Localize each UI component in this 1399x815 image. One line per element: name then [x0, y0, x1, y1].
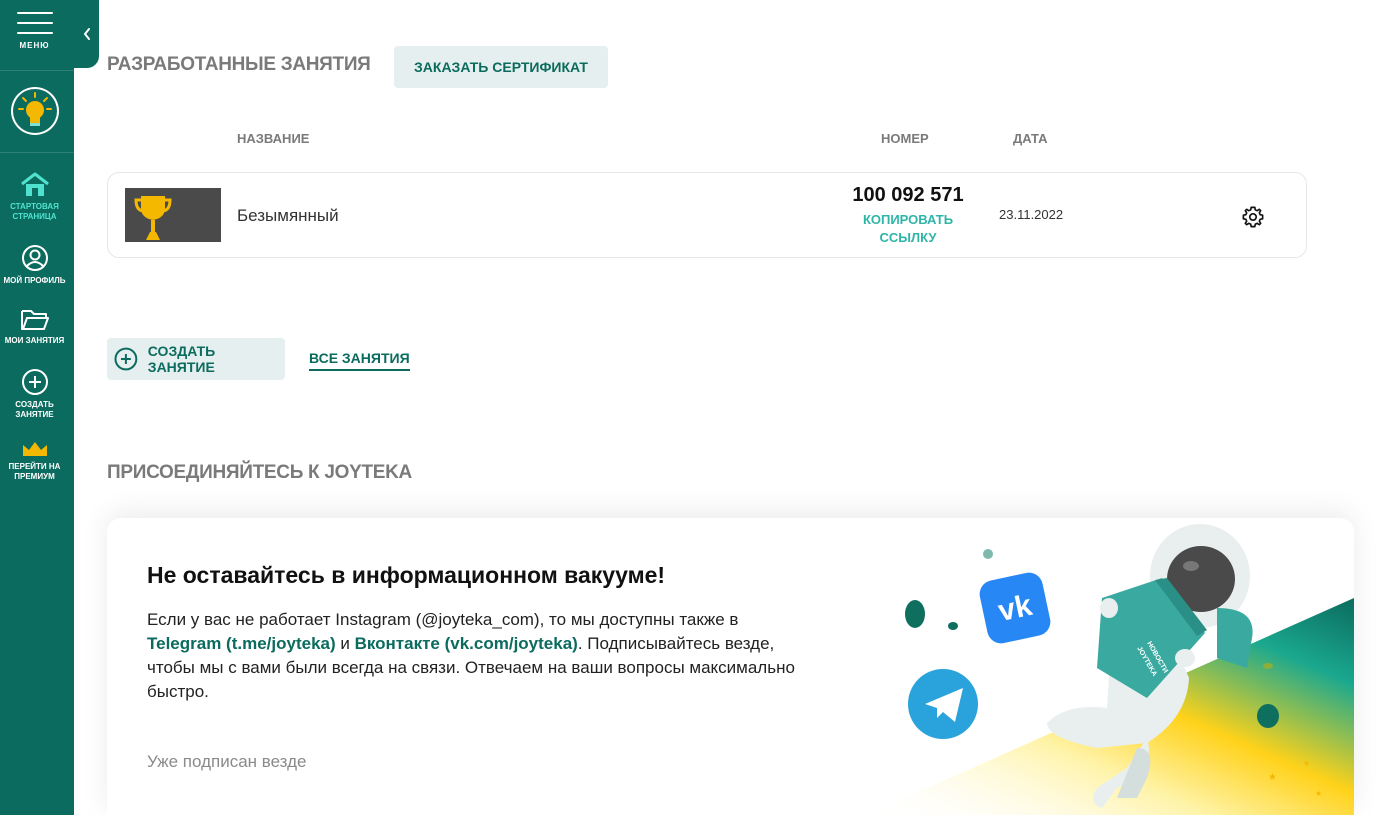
menu-label: МЕНЮ [19, 41, 50, 50]
social-promo-card: ★ ★ ★ vk НОВОСТИ JOYTEKA Не оставайтесь … [107, 518, 1354, 815]
order-certificate-button[interactable]: ЗАКАЗАТЬ СЕРТИФИКАТ [394, 46, 608, 88]
copy-link-button[interactable]: КОПИРОВАТЬ ССЫЛКУ [848, 211, 968, 247]
create-lesson-label: СОЗДАТЬ ЗАНЯТИЕ [147, 343, 216, 375]
create-lesson-button[interactable]: СОЗДАТЬ ЗАНЯТИЕ [107, 338, 285, 380]
sidebar-item-profile[interactable]: МОЙ ПРОФИЛЬ [0, 244, 69, 286]
vk-link[interactable]: Вконтакте (vk.com/joyteka) [355, 634, 578, 653]
sidebar-item-create[interactable]: СОЗДАТЬ ЗАНЯТИЕ [0, 368, 69, 420]
lesson-row[interactable]: Безымянный 100 092 571 КОПИРОВАТЬ ССЫЛКУ… [107, 172, 1307, 258]
all-lessons-link[interactable]: ВСЕ ЗАНЯТИЯ [309, 350, 410, 371]
sidebar-item-label: СОЗДАТЬ [15, 400, 54, 409]
column-header-name: НАЗВАНИЕ [237, 131, 310, 146]
sidebar-item-label: СТРАНИЦА [12, 212, 57, 221]
already-subscribed-button[interactable]: Уже подписан везде [147, 752, 306, 772]
join-title: ПРИСОЕДИНЯЙТЕСЬ К JOYTEKA [107, 462, 412, 483]
sidebar-item-label: ЗАНЯТИЕ [15, 410, 54, 419]
lesson-name[interactable]: Безымянный [237, 206, 339, 226]
plus-circle-icon [114, 347, 138, 371]
logo[interactable] [11, 87, 59, 135]
collapse-sidebar-button[interactable] [74, 0, 99, 68]
menu-button[interactable]: МЕНЮ [0, 0, 74, 71]
sidebar-item-label: ПЕРЕЙТИ НА [8, 462, 61, 471]
lesson-date: 23.11.2022 [999, 207, 1064, 222]
sidebar-item-my-lessons[interactable]: МОИ ЗАНЯТИЯ [0, 308, 69, 346]
lesson-thumbnail [125, 188, 221, 242]
copy-link-label: ССЫЛКУ [879, 230, 937, 245]
promo-text-part: и [335, 634, 355, 653]
telegram-icon [908, 669, 978, 739]
sidebar: МЕНЮ СТАРТОВАЯ СТРАНИЦА МОЙ ПРОФИЛЬ МОИ … [0, 0, 74, 815]
crown-icon [22, 442, 47, 456]
hamburger-icon [17, 12, 53, 42]
plus-circle-icon [21, 369, 48, 395]
sidebar-item-label: ПРЕМИУМ [14, 472, 55, 481]
sidebar-item-label: МОИ ЗАНЯТИЯ [4, 336, 65, 345]
column-header-date: ДАТА [1013, 131, 1048, 146]
promo-title: Не оставайтесь в информационном вакууме! [147, 562, 666, 588]
lightbulb-icon [13, 89, 57, 133]
svg-text:★: ★ [1303, 759, 1310, 768]
svg-text:★: ★ [1315, 789, 1322, 798]
developed-lessons-title: РАЗРАБОТАННЫЕ ЗАНЯТИЯ [107, 54, 371, 75]
svg-text:★: ★ [1268, 772, 1277, 783]
trophy-icon [134, 196, 172, 240]
chevron-left-icon [83, 28, 90, 40]
user-circle-icon [21, 245, 48, 271]
sidebar-item-label: СТАРТОВАЯ [10, 202, 59, 211]
lesson-number: 100 092 571 [852, 184, 964, 206]
sidebar-item-label: МОЙ ПРОФИЛЬ [3, 276, 66, 285]
vk-icon: vk [979, 572, 1051, 644]
promo-text: Если у вас не работает Instagram (@joyte… [147, 608, 807, 704]
sidebar-item-premium[interactable]: ПЕРЕЙТИ НА ПРЕМИУМ [0, 440, 69, 482]
sidebar-item-home[interactable]: СТАРТОВАЯ СТРАНИЦА [0, 172, 69, 222]
svg-text:vk: vk [995, 589, 1035, 628]
copy-link-label: КОПИРОВАТЬ [862, 212, 954, 227]
promo-text-part: Если у вас не работает Instagram (@joyte… [147, 610, 739, 629]
gear-icon[interactable] [1242, 206, 1264, 228]
home-icon [20, 172, 49, 196]
folder-icon [20, 310, 49, 330]
telegram-link[interactable]: Telegram (t.me/joyteka) [147, 634, 336, 653]
column-header-number: НОМЕР [881, 131, 929, 146]
